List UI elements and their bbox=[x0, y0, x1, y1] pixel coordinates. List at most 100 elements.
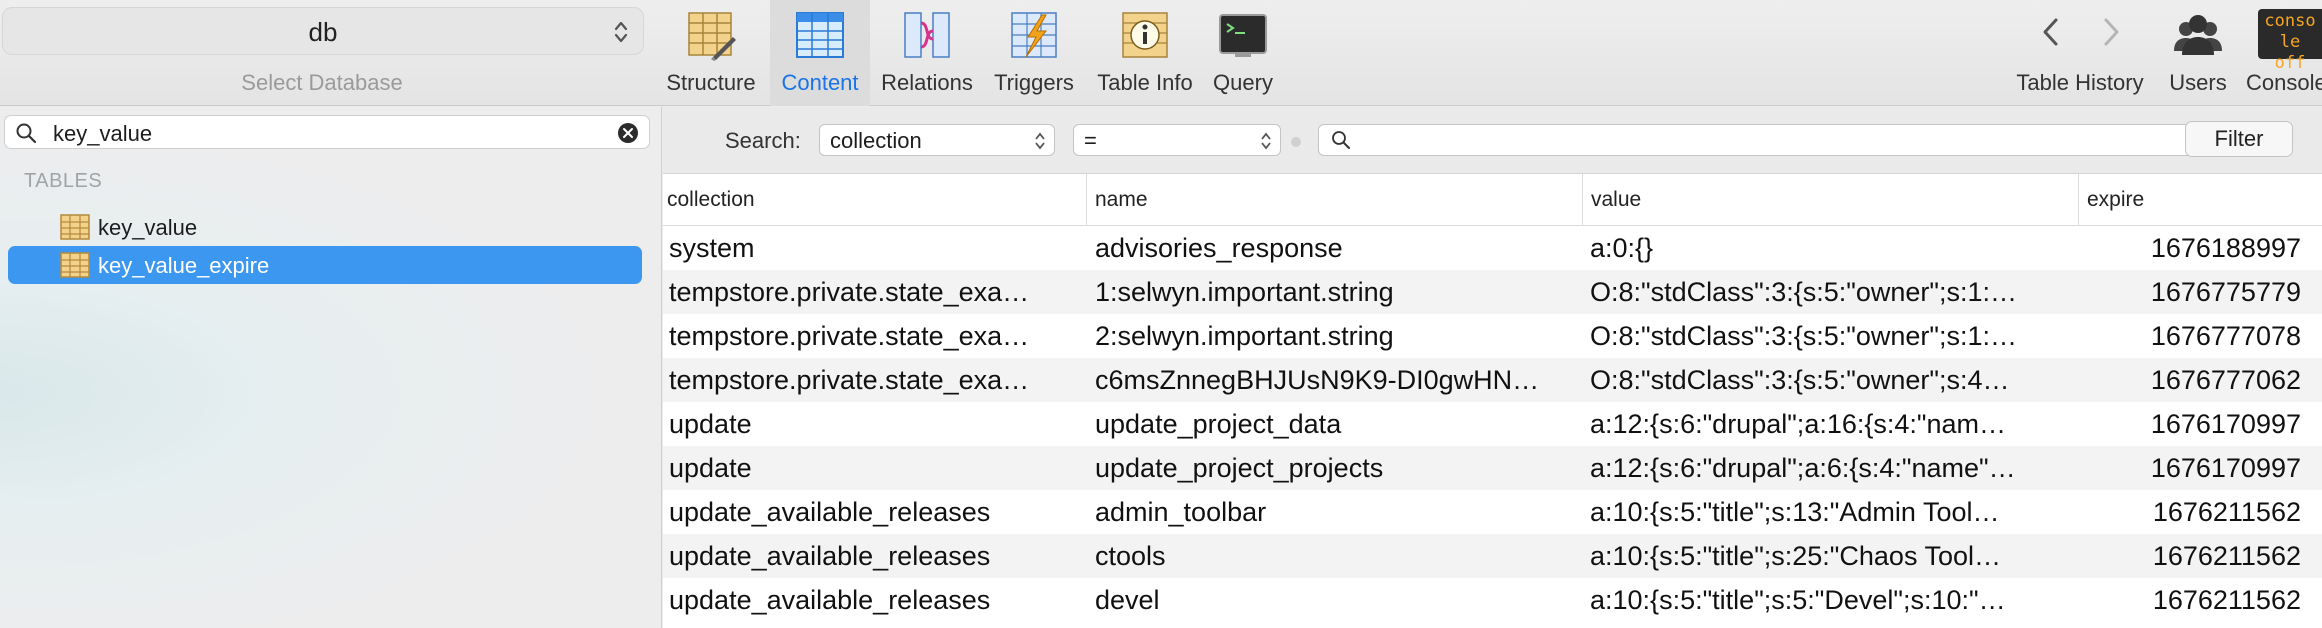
table-row[interactable]: update_available_releases ctools a:10:{s… bbox=[663, 534, 2322, 578]
triggers-icon bbox=[1011, 12, 1057, 58]
cell-collection: update_available_releases bbox=[669, 585, 991, 615]
tool-table-info[interactable]: Table Info bbox=[1090, 0, 1200, 106]
chevron-updown-icon bbox=[614, 21, 628, 43]
cell-name: update_project_data bbox=[1095, 409, 1342, 439]
filter-button[interactable]: Filter bbox=[2185, 121, 2293, 157]
cell-collection: tempstore.private.state_exa… bbox=[669, 365, 1030, 395]
table-history-button[interactable]: Table History bbox=[2010, 0, 2150, 106]
clear-search-icon[interactable] bbox=[617, 122, 639, 144]
chevron-updown-icon bbox=[1035, 132, 1045, 150]
sidebar: key_value TABLES key_value key_value_exp… bbox=[0, 107, 662, 628]
table-row[interactable]: tempstore.private.state_exa… 2:selwyn.im… bbox=[663, 314, 2322, 358]
cell-name: admin_toolbar bbox=[1095, 497, 1267, 527]
toolbar: db Select Database Structure Content Rel… bbox=[0, 0, 2322, 106]
chevron-updown-icon bbox=[1261, 132, 1271, 150]
database-select[interactable]: db bbox=[2, 7, 644, 55]
tool-console[interactable]: conso le off Console bbox=[2240, 0, 2322, 106]
tool-label: Table Info bbox=[1097, 70, 1193, 95]
filter-field-select[interactable]: collection bbox=[819, 124, 1055, 156]
cell-collection: tempstore.private.state_exa… bbox=[669, 277, 1030, 307]
search-label: Search: bbox=[725, 128, 801, 153]
cell-collection: system bbox=[669, 233, 755, 263]
cell-value: a:12:{s:6:"drupal";a:16:{s:4:"nam… bbox=[1590, 409, 2007, 439]
table-row[interactable]: tempstore.private.state_exa… c6msZnnegBH… bbox=[663, 358, 2322, 402]
filter-operator-select[interactable]: = bbox=[1073, 124, 1281, 156]
cell-expire: 1676777062 bbox=[2150, 365, 2301, 395]
tool-label: Console bbox=[2246, 70, 2322, 95]
cell-collection: update_available_releases bbox=[669, 497, 991, 527]
cell-value: a:10:{s:5:"title";s:5:"Devel";s:10:"… bbox=[1590, 585, 2006, 615]
cell-name: 2:selwyn.important.string bbox=[1095, 321, 1394, 351]
cell-expire: 1676777078 bbox=[2150, 321, 2301, 351]
cell-expire: 1676170997 bbox=[2150, 453, 2301, 483]
tool-users[interactable]: Users bbox=[2160, 0, 2236, 106]
tool-triggers[interactable]: Triggers bbox=[986, 0, 1082, 106]
table-item-key-value-expire[interactable]: key_value_expire bbox=[8, 246, 642, 284]
filter-operator-value: = bbox=[1084, 128, 1097, 153]
table-item-label: key_value_expire bbox=[98, 253, 270, 278]
table-row[interactable]: update update_project_projects a:12:{s:6… bbox=[663, 446, 2322, 490]
table-item-label: key_value bbox=[98, 215, 198, 240]
cell-expire: 1676188997 bbox=[2150, 233, 2301, 263]
filter-bar: Search: collection = Filter bbox=[663, 107, 2322, 174]
table-row[interactable]: update_available_releases devel a:10:{s:… bbox=[663, 578, 2322, 622]
table-item-key-value[interactable]: key_value bbox=[8, 208, 642, 246]
tool-label: Query bbox=[1213, 70, 1273, 95]
cell-value: O:8:"stdClass":3:{s:5:"owner";s:1:… bbox=[1590, 321, 2018, 351]
table-header: collection name value expire bbox=[663, 174, 2322, 226]
table-search-input[interactable]: key_value bbox=[4, 115, 650, 149]
cell-name: ctools bbox=[1095, 541, 1166, 571]
tool-label: Relations bbox=[881, 70, 973, 95]
select-database-caption: Select Database bbox=[241, 70, 403, 95]
cell-expire: 1676775779 bbox=[2150, 277, 2301, 307]
cell-value: O:8:"stdClass":3:{s:5:"owner";s:4… bbox=[1590, 365, 2010, 395]
filter-search-input[interactable] bbox=[1318, 124, 2224, 156]
tool-structure[interactable]: Structure bbox=[660, 0, 762, 106]
query-icon bbox=[1219, 14, 1267, 57]
filter-field-value: collection bbox=[830, 128, 922, 153]
cell-name: devel bbox=[1095, 585, 1160, 615]
structure-icon bbox=[688, 12, 736, 61]
console-icon-text: conso le off bbox=[2264, 11, 2316, 73]
table-row[interactable]: system advisories_response a:0:{} 167618… bbox=[663, 226, 2322, 270]
tables-section-header: TABLES bbox=[24, 170, 103, 192]
cell-collection: tempstore.private.state_exa… bbox=[669, 321, 1030, 351]
tool-relations[interactable]: Relations bbox=[876, 0, 978, 106]
cell-name: c6msZnnegBHJUsN9K9-DI0gwHN… bbox=[1095, 365, 1540, 395]
cell-collection: update bbox=[669, 409, 752, 439]
search-icon bbox=[16, 123, 37, 144]
column-header-value[interactable]: value bbox=[1583, 174, 2079, 226]
tool-label: Content bbox=[781, 70, 859, 95]
table-row[interactable]: update update_project_data a:12:{s:6:"dr… bbox=[663, 402, 2322, 446]
column-header-expire[interactable]: expire bbox=[2079, 174, 2322, 226]
status-dot bbox=[1291, 137, 1301, 147]
cell-expire: 1676211562 bbox=[2152, 585, 2301, 615]
cell-expire: 1676211562 bbox=[2152, 541, 2301, 571]
column-header-collection[interactable]: collection bbox=[663, 174, 1087, 226]
cell-value: a:0:{} bbox=[1590, 233, 1654, 263]
table-search-value: key_value bbox=[53, 121, 153, 146]
cell-value: a:12:{s:6:"drupal";a:6:{s:4:"name"… bbox=[1590, 453, 2016, 483]
tool-label: Structure bbox=[666, 70, 756, 95]
table-row[interactable]: tempstore.private.state_exa… 1:selwyn.im… bbox=[663, 270, 2322, 314]
tool-label: Triggers bbox=[994, 70, 1074, 95]
cell-value: a:10:{s:5:"title";s:13:"Admin Tool… bbox=[1590, 497, 2000, 527]
tool-query[interactable]: Query bbox=[1206, 0, 1280, 106]
tool-label: Users bbox=[2169, 70, 2227, 95]
app-window: db Select Database Structure Content Rel… bbox=[0, 0, 2322, 628]
console-icon: conso le off bbox=[2258, 9, 2322, 73]
database-name: db bbox=[308, 17, 338, 47]
cell-collection: update bbox=[669, 453, 752, 483]
users-icon bbox=[2174, 15, 2222, 55]
cell-collection: update_available_releases bbox=[669, 541, 991, 571]
table-info-icon bbox=[1122, 12, 1168, 58]
cell-name: 1:selwyn.important.string bbox=[1095, 277, 1394, 307]
table-row[interactable]: update_available_releases admin_toolbar … bbox=[663, 490, 2322, 534]
table-icon bbox=[60, 252, 90, 278]
search-icon bbox=[1332, 131, 1350, 149]
tool-content[interactable]: Content bbox=[770, 0, 870, 106]
content-table: collection name value expire system advi… bbox=[663, 174, 2322, 628]
cell-value: O:8:"stdClass":3:{s:5:"owner";s:1:… bbox=[1590, 277, 2018, 307]
column-header-name[interactable]: name bbox=[1087, 174, 1583, 226]
relations-icon bbox=[904, 12, 950, 58]
